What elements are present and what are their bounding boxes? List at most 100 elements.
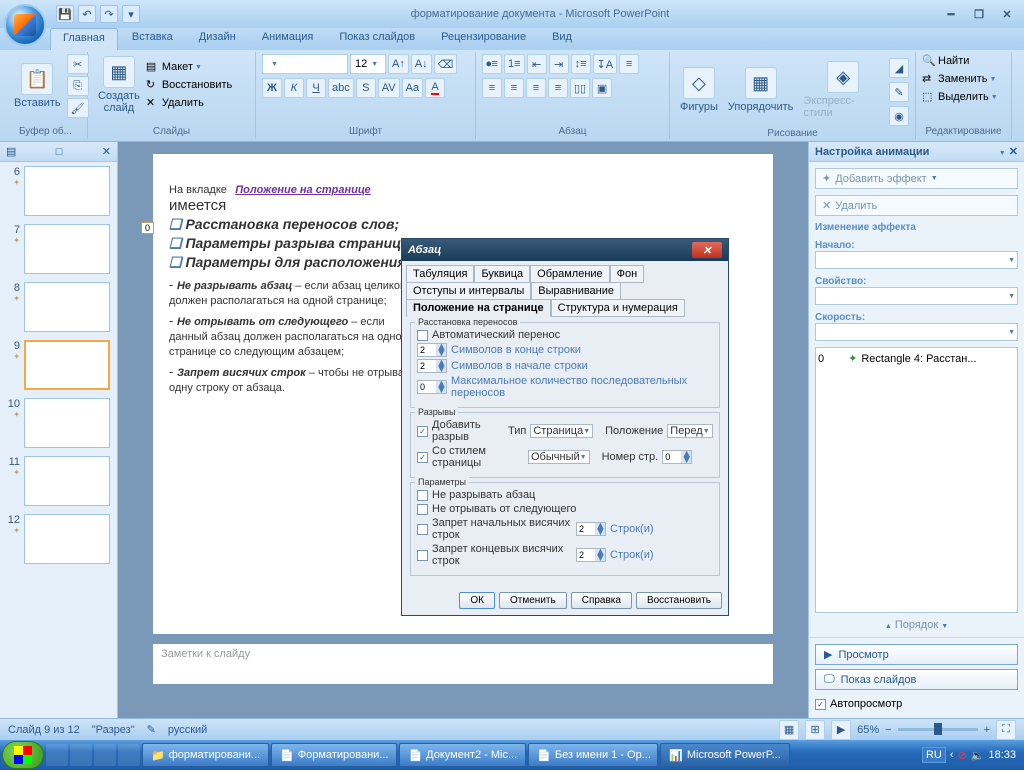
undo-icon[interactable]: ↶ [78,5,96,23]
keep-with-next-checkbox[interactable] [417,504,428,515]
quick-launch-icon[interactable] [94,744,116,766]
quick-launch-icon[interactable] [70,744,92,766]
layout-button[interactable]: ▤Макет ▼ [146,60,232,74]
dlg-tab-position[interactable]: Положение на странице [406,299,551,317]
new-slide-button[interactable]: ▦Создать слайд [94,54,144,116]
tray-hidden-icon[interactable]: ‹ [950,749,954,761]
format-painter-icon[interactable]: 🖌 [67,98,89,118]
dlg-tab-outline[interactable]: Структура и нумерация [551,299,685,317]
normal-view-icon[interactable]: ▦ [779,720,799,740]
dlg-tab-tabulation[interactable]: Табуляция [406,265,474,283]
thumbnail-slide-8[interactable]: 8✦ [0,278,117,336]
dlg-tab-alignment[interactable]: Выравнивание [531,282,621,300]
tab-home[interactable]: Главная [50,28,118,50]
page-num-spinner[interactable]: ▲▼ [662,450,692,464]
add-effect-button[interactable]: ✦Добавить эффект ▼ [815,168,1018,189]
shape-outline-icon[interactable]: ✎ [889,82,909,102]
thumbnail-slide-11[interactable]: 11✦ [0,452,117,510]
help-button[interactable]: Справка [571,592,632,609]
close-button[interactable]: ✕ [996,6,1018,22]
dlg-tab-dropcap[interactable]: Буквица [474,265,530,283]
char-spacing-icon[interactable]: AV [378,78,400,98]
tray-shield-icon[interactable]: ⊘ [958,749,967,762]
tab-design[interactable]: Дизайн [187,28,248,50]
effect-item[interactable]: 0✦Rectangle 4: Расстан... [818,352,1015,365]
keep-together-checkbox[interactable] [417,490,428,501]
arrange-button[interactable]: ▦Упорядочить [724,65,797,115]
bullets-icon[interactable]: ⦁≡ [482,54,502,74]
close-thumbs-icon[interactable]: ✕ [102,145,111,158]
sorter-view-icon[interactable]: ⊞ [805,720,825,740]
thumbnail-slide-9[interactable]: 9✦ [0,336,117,394]
move-up-icon[interactable]: ▲ [885,623,892,630]
dlg-tab-indents[interactable]: Отступы и интервалы [406,282,531,300]
pane-menu-icon[interactable]: ▼ [999,150,1006,157]
preview-button[interactable]: ▶Просмотр [815,644,1018,665]
chars-end-spinner[interactable]: ▲▼ [417,343,447,357]
numbering-icon[interactable]: 1≡ [504,54,525,74]
auto-hyphen-checkbox[interactable] [417,330,428,341]
language-bar[interactable]: RU [922,747,946,763]
thumbnail-slide-12[interactable]: 12✦ [0,510,117,568]
chars-start-spinner[interactable]: ▲▼ [417,359,447,373]
start-combo[interactable]: ▼ [815,251,1018,269]
ok-button[interactable]: ОК [459,592,495,609]
font-size-combo[interactable]: 12▼ [350,54,386,74]
qat-customize-icon[interactable]: ▾ [122,5,140,23]
break-type-combo[interactable]: Страница▼ [530,424,593,438]
shapes-button[interactable]: ◇Фигуры [676,65,722,115]
redo-icon[interactable]: ↷ [100,5,118,23]
reset-button[interactable]: ↻Восстановить [146,78,232,92]
font-color-icon[interactable]: A [425,78,445,98]
pane-close-icon[interactable]: ✕ [1009,146,1018,158]
maximize-button[interactable]: ❐ [968,6,990,22]
slideshow-button[interactable]: 🖵Показ слайдов [815,669,1018,690]
shape-effects-icon[interactable]: ◉ [889,106,909,126]
tab-view[interactable]: Вид [540,28,584,50]
copy-icon[interactable]: ⎘ [67,76,89,96]
move-down-icon[interactable]: ▼ [941,623,948,630]
columns-icon[interactable]: ▯▯ [570,78,590,98]
align-center-icon[interactable]: ≡ [504,78,524,98]
remove-effect-button[interactable]: ✕Удалить [815,195,1018,216]
notes-pane[interactable]: Заметки к слайду [153,644,773,684]
zoom-out-icon[interactable]: − [885,724,891,736]
property-combo[interactable]: ▼ [815,287,1018,305]
quick-launch-icon[interactable] [46,744,68,766]
dialog-titlebar[interactable]: Абзац✕ [402,239,728,261]
tab-animation[interactable]: Анимация [250,28,326,50]
quick-launch-icon[interactable] [118,744,140,766]
thumbnail-slide-6[interactable]: 6✦ [0,162,117,220]
add-break-checkbox[interactable]: ✓ [417,426,428,437]
tab-slideshow[interactable]: Показ слайдов [327,28,427,50]
paste-button[interactable]: 📋Вставить [10,61,65,111]
orphan-spinner[interactable]: ▲▼ [576,522,606,536]
find-button[interactable]: 🔍Найти [922,54,1005,68]
minimize-button[interactable]: ━ [940,6,962,22]
shadow-icon[interactable]: S [356,78,376,98]
max-hyphens-spinner[interactable]: ▲▼ [417,380,447,394]
taskbar-item[interactable]: 📄Документ2 - Mic... [399,743,526,767]
dialog-close-button[interactable]: ✕ [692,242,722,258]
text-direction-icon[interactable]: ↧A [593,54,618,74]
widow-spinner[interactable]: ▲▼ [576,548,606,562]
bold-icon[interactable]: Ж [262,78,282,98]
save-icon[interactable]: 💾 [56,5,74,23]
taskbar-item[interactable]: 📄Без имени 1 - Op... [528,743,658,767]
fit-icon[interactable]: ⛶ [996,720,1016,740]
select-button[interactable]: ⬚Выделить ▼ [922,90,1005,104]
quick-styles-button[interactable]: ◈Экспресс-стили [799,59,887,121]
with-style-checkbox[interactable]: ✓ [417,452,428,463]
break-pos-combo[interactable]: Перед▼ [667,424,712,438]
dlg-tab-background[interactable]: Фон [610,265,645,283]
taskbar-item[interactable]: 📊Microsoft PowerP... [660,743,790,767]
widow-checkbox[interactable] [417,550,428,561]
spellcheck-icon[interactable]: ✎ [147,723,156,736]
thumbnail-slide-10[interactable]: 10✦ [0,394,117,452]
tab-insert[interactable]: Вставка [120,28,185,50]
shape-fill-icon[interactable]: ◢ [889,58,909,78]
align-right-icon[interactable]: ≡ [526,78,546,98]
replace-button[interactable]: ⇄Заменить ▼ [922,72,1005,86]
office-button[interactable] [4,4,46,46]
orphan-checkbox[interactable] [417,524,428,535]
